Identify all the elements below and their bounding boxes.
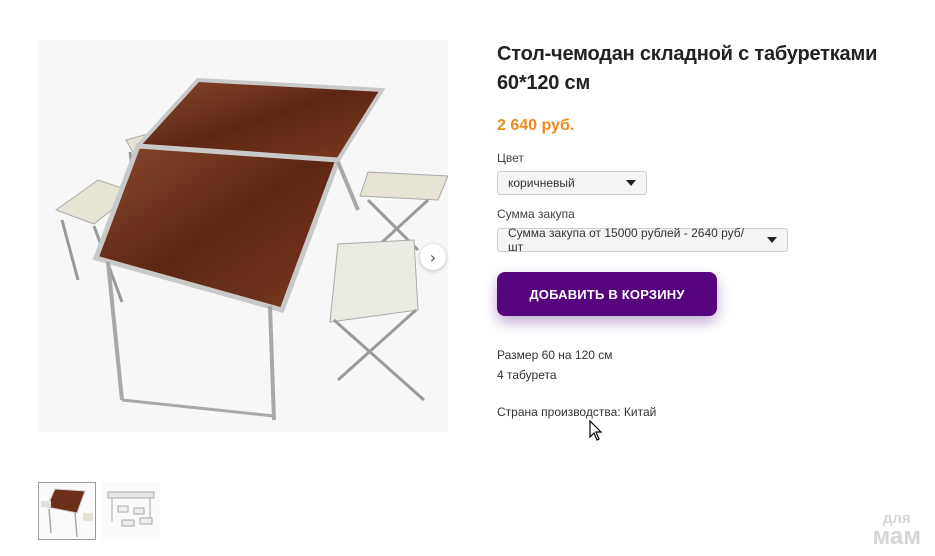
color-select[interactable]: коричневый xyxy=(497,171,647,195)
folding-table-image xyxy=(54,77,448,421)
thumbnail-image xyxy=(39,483,95,539)
caret-down-icon xyxy=(626,180,636,186)
thumbnail-1[interactable] xyxy=(38,482,96,540)
description-size: Размер 60 на 120 см xyxy=(497,348,613,362)
gallery-next-button[interactable]: › xyxy=(420,244,446,270)
quantity-label: Сумма закупа xyxy=(497,207,575,221)
color-select-value: коричневый xyxy=(508,176,575,190)
watermark-logo: для мам xyxy=(872,511,921,550)
watermark-line-2: мам xyxy=(872,523,921,550)
add-to-cart-button[interactable]: ДОБАВИТЬ В КОРЗИНУ xyxy=(497,272,717,316)
chevron-right-icon: › xyxy=(429,247,437,267)
caret-down-icon xyxy=(767,237,777,243)
thumbnail-strip xyxy=(38,482,160,540)
product-price: 2 640 руб. xyxy=(497,117,575,134)
description-stools: 4 табурета xyxy=(497,368,557,382)
thumbnail-2[interactable] xyxy=(102,482,160,540)
product-main-image[interactable] xyxy=(38,40,448,432)
mouse-cursor-icon xyxy=(589,419,603,447)
quantity-select[interactable]: Сумма закупа от 15000 рублей - 2640 руб/… xyxy=(497,226,788,254)
product-title: Стол-чемодан складной с табуретками 60*1… xyxy=(497,43,878,94)
thumbnail-image xyxy=(102,482,160,540)
description-country: Страна производства: Китай xyxy=(497,405,657,419)
quantity-select-value: Сумма закупа от 15000 рублей - 2640 руб/… xyxy=(508,226,745,254)
color-label: Цвет xyxy=(497,151,524,165)
